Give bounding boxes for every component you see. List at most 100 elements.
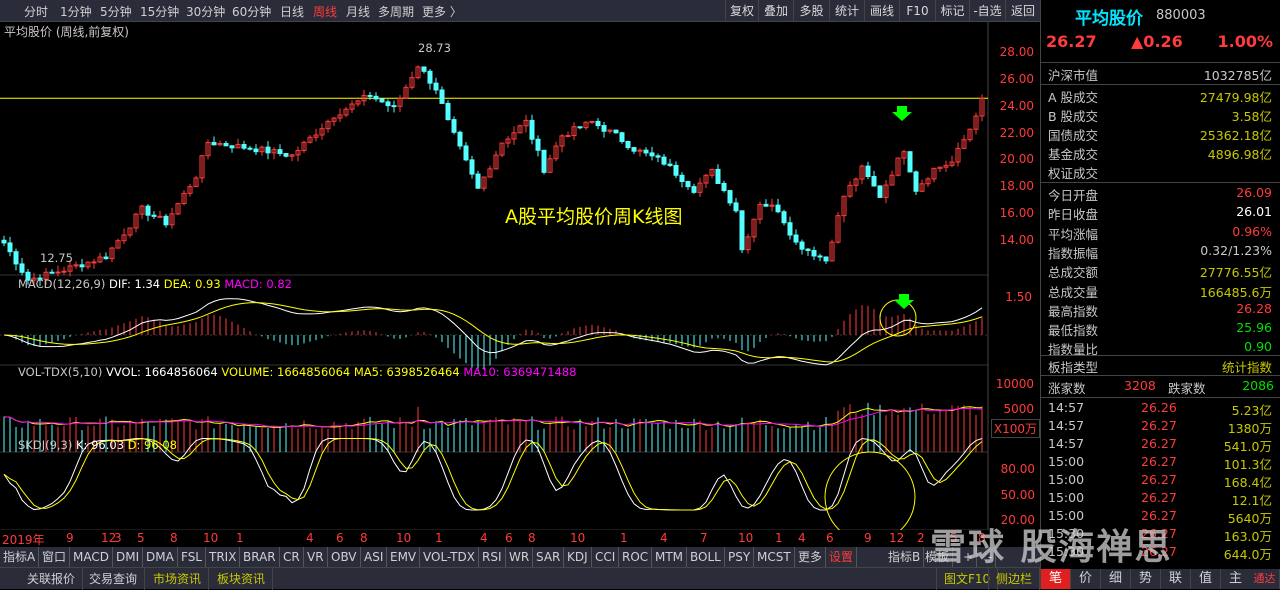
- indicator-tab-14[interactable]: RSI: [479, 547, 506, 567]
- indicator-tab-21[interactable]: BOLL: [687, 547, 725, 567]
- panel-tab-3[interactable]: 势: [1131, 569, 1161, 589]
- indicator-tab-7[interactable]: BRAR: [240, 547, 280, 567]
- period-tab-3[interactable]: 15分钟: [140, 3, 179, 20]
- indicator-tab-18[interactable]: CCI: [592, 547, 620, 567]
- stat-row: 平均涨幅 0.96%: [1048, 223, 1272, 242]
- indicator-tab-23[interactable]: MCST: [754, 547, 795, 567]
- candle-body: [163, 215, 169, 226]
- indicator-tab-25[interactable]: 设置: [826, 547, 858, 567]
- period-tab-5[interactable]: 60分钟: [232, 3, 271, 20]
- candle-body: [871, 176, 877, 187]
- price-change: ▲0.26: [1131, 32, 1183, 51]
- indicator-tab-13[interactable]: VOL-TDX: [420, 547, 479, 567]
- time-axis-label: 6: [336, 531, 344, 545]
- time-axis-label: 6: [826, 531, 834, 545]
- toolbar-button-2[interactable]: 多股: [793, 0, 829, 22]
- indicator-tab-2[interactable]: MACD: [70, 547, 113, 567]
- candle-body: [241, 144, 247, 149]
- panel-tab-4[interactable]: 联: [1161, 569, 1191, 589]
- candle-body: [385, 101, 391, 107]
- high-label: 28.73: [418, 41, 451, 55]
- indicator-tab-12[interactable]: EMV: [387, 547, 421, 567]
- period-tab-8[interactable]: 月线: [346, 3, 370, 20]
- toolbar-button-1[interactable]: 叠加: [758, 0, 793, 22]
- time-axis-label: 4: [306, 531, 314, 545]
- tick-row: 14:57 26.26 5.23亿: [1048, 400, 1272, 418]
- period-tab-9[interactable]: 多周期: [378, 3, 414, 20]
- indicator-tab-3[interactable]: DMI: [113, 547, 144, 567]
- price-axis-label: 14.00: [999, 232, 1034, 247]
- period-tab-2[interactable]: 5分钟: [100, 3, 132, 20]
- panel-tab-5[interactable]: 值: [1191, 569, 1221, 589]
- indicator-tab-17[interactable]: KDJ: [564, 547, 592, 567]
- indicator-tab-6[interactable]: TRIX: [206, 547, 241, 567]
- period-tab-1[interactable]: 1分钟: [60, 3, 92, 20]
- indicator-tab-20[interactable]: MTM: [652, 547, 688, 567]
- time-axis-label: 4: [480, 531, 488, 545]
- bottom-right-1[interactable]: 侧边栏: [988, 568, 1040, 590]
- panel-tab-6[interactable]: 主: [1221, 569, 1251, 589]
- period-tab-0[interactable]: 分时: [24, 3, 48, 20]
- chart-area[interactable]: 平均股价 (周线,前复权) A股平均股价周K线图 28.73 12.75 MAC…: [0, 22, 1040, 543]
- vol-axis-5000: 5000: [1003, 402, 1034, 416]
- candle-body: [739, 210, 745, 251]
- indicator-right-0[interactable]: 指标B: [885, 547, 925, 567]
- time-axis-label: 3: [114, 531, 122, 545]
- tick-row: 14:57 26.27 541.0万: [1048, 436, 1272, 454]
- time-axis-label: 8: [360, 531, 368, 545]
- bottom-tab-0[interactable]: 关联报价: [20, 568, 84, 590]
- indicator-tab-1[interactable]: 窗口: [39, 547, 71, 567]
- panel-tab-tdx[interactable]: 通达信: [1250, 569, 1280, 589]
- stat-row: 指数振幅 0.32/1.23%: [1048, 242, 1272, 261]
- indicator-tab-0[interactable]: 指标A: [0, 547, 40, 567]
- bottom-tab-1[interactable]: 交易查询: [82, 568, 146, 590]
- candle-body: [1, 239, 7, 244]
- indicator-tab-24[interactable]: 更多: [795, 547, 827, 567]
- index-code: 880003: [1156, 8, 1206, 23]
- indicator-tab-5[interactable]: FSL: [178, 547, 206, 567]
- candle-body: [379, 98, 385, 103]
- indicator-tab-4[interactable]: DMA: [143, 547, 178, 567]
- toolbar-button-3[interactable]: 统计: [829, 0, 864, 22]
- bottom-tab-3[interactable]: 板块资讯: [210, 568, 274, 590]
- period-tab-4[interactable]: 30分钟: [186, 3, 225, 20]
- updown-row: 涨家数 3208 跌家数 2086: [1048, 378, 1274, 396]
- period-tab-10[interactable]: 更多 〉: [422, 3, 462, 20]
- quote-panel: 平均股价 880003 26.27 ▲0.26 1.00% 沪深市值 103278…: [1040, 0, 1280, 589]
- candle-body: [61, 270, 67, 273]
- candle-body: [649, 152, 655, 157]
- toolbar-button-0[interactable]: 复权: [725, 0, 758, 22]
- candle-body: [211, 142, 217, 146]
- toolbar-button-5[interactable]: F10: [899, 0, 935, 22]
- skdj-legend: SKDJ(9,3) K: 96.03 D: 96.08: [18, 438, 177, 452]
- indicator-tab-19[interactable]: ROC: [619, 547, 653, 567]
- panel-tab-1[interactable]: 价: [1071, 569, 1101, 589]
- candle-body: [763, 203, 769, 207]
- toolbar-button-8[interactable]: 返回: [1005, 0, 1040, 22]
- toolbar-button-7[interactable]: -自选: [969, 0, 1005, 22]
- candle-body: [433, 82, 439, 91]
- time-axis-label: 9: [66, 531, 74, 545]
- candle-body: [907, 151, 913, 173]
- indicator-tab-22[interactable]: PSY: [725, 547, 755, 567]
- turnover-row: A 股成交 27479.98亿: [1048, 90, 1272, 105]
- indicator-tab-9[interactable]: VR: [304, 547, 328, 567]
- stat-row: 总成交量 166485.6万: [1048, 284, 1272, 300]
- bottom-tab-2[interactable]: 市场资讯: [146, 568, 210, 590]
- panel-tab-0[interactable]: 笔: [1041, 569, 1071, 589]
- indicator-tab-11[interactable]: ASI: [361, 547, 388, 567]
- index-name: 平均股价: [1075, 9, 1143, 29]
- time-axis-label: 5: [137, 531, 145, 545]
- indicator-tab-15[interactable]: WR: [506, 547, 534, 567]
- candle-body: [601, 125, 607, 132]
- period-tab-6[interactable]: 日线: [280, 3, 304, 20]
- toolbar-button-4[interactable]: 画线: [864, 0, 899, 22]
- indicator-tab-16[interactable]: SAR: [533, 547, 565, 567]
- toolbar-button-6[interactable]: 标记: [935, 0, 969, 22]
- kline-chart-svg[interactable]: [0, 22, 1040, 543]
- indicator-tab-8[interactable]: CR: [280, 547, 304, 567]
- indicator-tab-10[interactable]: OBV: [328, 547, 361, 567]
- vol-axis-10000: 10000: [995, 377, 1034, 391]
- panel-tab-2[interactable]: 细: [1101, 569, 1131, 589]
- period-tab-7[interactable]: 周线: [313, 3, 337, 20]
